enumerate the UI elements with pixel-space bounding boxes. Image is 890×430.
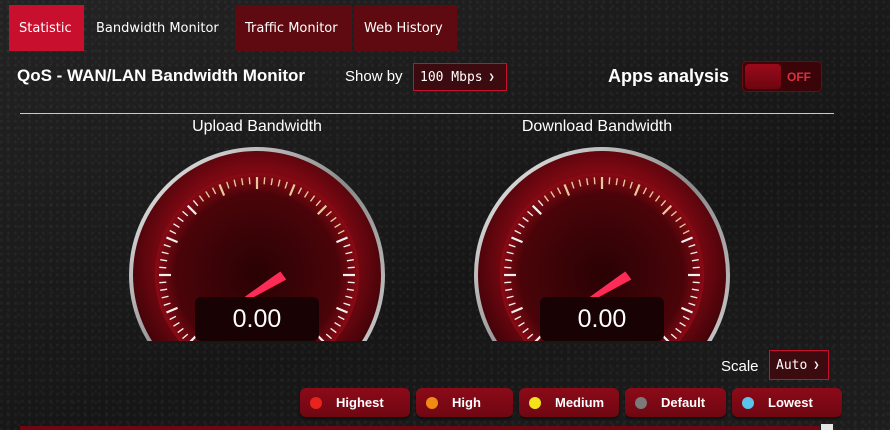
- legend-label: High: [452, 395, 481, 410]
- gray-dot-icon: [635, 396, 647, 409]
- divider: [20, 113, 834, 114]
- tab-label: Web History: [364, 20, 443, 36]
- tab-label: Bandwidth Monitor: [96, 20, 219, 36]
- legend-item-default[interactable]: Default: [625, 388, 726, 417]
- download-gauge-value: 0.00: [577, 305, 627, 333]
- dial-tick: [504, 266, 512, 269]
- apps-analysis-toggle[interactable]: OFF: [742, 61, 822, 92]
- tab-web-history[interactable]: Web History: [354, 5, 457, 51]
- chevron-down-icon: ❯: [488, 71, 495, 83]
- scale-select[interactable]: Auto ❯: [769, 350, 829, 380]
- dial-tick: [692, 281, 700, 284]
- show-by-select[interactable]: 100 Mbps ❯: [413, 63, 507, 91]
- dial-tick: [608, 177, 611, 185]
- legend-item-lowest[interactable]: Lowest: [732, 388, 842, 417]
- chevron-down-icon: ❯: [813, 359, 820, 371]
- dial-tick: [159, 281, 167, 284]
- dial-tick: [347, 266, 355, 269]
- dial-tick: [593, 177, 596, 185]
- priority-legend: Highest High Medium Default Lowest: [300, 388, 848, 417]
- blue-dot-icon: [742, 396, 754, 409]
- legend-label: Default: [661, 395, 706, 410]
- dial-tick: [692, 266, 700, 269]
- dial-tick: [248, 177, 251, 185]
- dial-tick: [504, 281, 512, 284]
- scale-value: Auto: [776, 357, 808, 373]
- download-gauge: 0.00: [472, 145, 732, 341]
- dial-tick: [263, 177, 266, 185]
- show-by-value: 100 Mbps: [420, 69, 483, 85]
- legend-label: Lowest: [768, 395, 813, 410]
- bottom-strip: [20, 426, 820, 430]
- legend-label: Highest: [336, 395, 384, 410]
- tab-bar: Statistic Bandwidth Monitor Traffic Moni…: [9, 5, 459, 51]
- toggle-state: OFF: [787, 70, 811, 84]
- toggle-knob: [745, 64, 781, 89]
- page-title: QoS - WAN/LAN Bandwidth Monitor: [17, 66, 306, 85]
- legend-item-medium[interactable]: Medium: [519, 388, 619, 417]
- tab-bandwidth-monitor[interactable]: Bandwidth Monitor: [86, 5, 233, 51]
- tab-label: Traffic Monitor: [245, 20, 338, 36]
- upload-gauge: 0.00: [127, 145, 387, 341]
- dial-tick: [159, 266, 167, 269]
- legend-label: Medium: [555, 395, 605, 410]
- yellow-dot-icon: [529, 396, 541, 409]
- orange-dot-icon: [426, 396, 438, 409]
- tab-label: Statistic: [19, 20, 72, 36]
- scroll-corner: [821, 424, 833, 430]
- legend-item-highest[interactable]: Highest: [300, 388, 410, 417]
- download-gauge-title: Download Bandwidth: [521, 118, 673, 135]
- show-by-label: Show by: [345, 68, 403, 85]
- upload-gauge-title: Upload Bandwidth: [192, 118, 322, 135]
- upload-gauge-value: 0.00: [232, 305, 282, 333]
- tab-statistic[interactable]: Statistic: [9, 5, 84, 51]
- apps-analysis-label: Apps analysis: [608, 66, 730, 86]
- scale-label: Scale: [721, 358, 759, 375]
- legend-item-high[interactable]: High: [416, 388, 513, 417]
- red-dot-icon: [310, 396, 322, 409]
- dial-tick: [347, 281, 355, 284]
- tab-traffic-monitor[interactable]: Traffic Monitor: [235, 5, 352, 51]
